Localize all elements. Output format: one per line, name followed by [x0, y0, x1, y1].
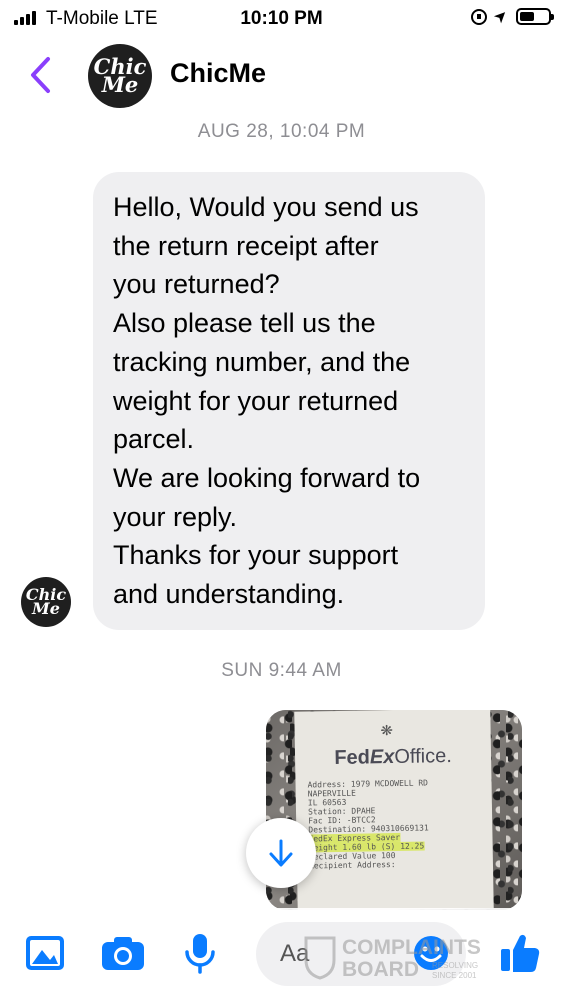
battery-level — [520, 12, 534, 21]
contact-avatar[interactable]: Chic Me — [88, 44, 152, 108]
incoming-message-bubble[interactable]: Hello, Would you send us the return recei… — [93, 172, 485, 630]
timestamp-divider: SUN 9:44 AM — [221, 660, 342, 681]
sender-avatar[interactable]: Chic Me — [21, 577, 71, 627]
fedex-office-logo: FedExOffice. — [334, 744, 452, 770]
message-line: parcel. — [113, 424, 195, 455]
scroll-to-bottom-button[interactable] — [246, 818, 316, 888]
location-icon: ➤ — [490, 5, 512, 27]
status-icons: ➤ — [470, 5, 554, 27]
arrow-down-icon — [269, 839, 293, 867]
status-bar: T-Mobile LTE 10:10 PM ➤ — [0, 0, 563, 38]
image-icon[interactable] — [24, 934, 66, 972]
message-line: you returned? — [113, 269, 280, 300]
avatar-text-me: Me — [32, 599, 60, 618]
message-input-placeholder: Aa — [280, 940, 310, 967]
receipt-text: Address: 1979 MCDOWELL RD NAPERVILLE IL … — [307, 778, 481, 871]
contact-name[interactable]: ChicMe — [170, 58, 266, 89]
emoji-icon[interactable] — [412, 934, 450, 972]
receipt-line: Recipient Address: — [308, 859, 396, 871]
microphone-icon[interactable] — [182, 932, 218, 976]
message-line: weight for your returned — [113, 385, 399, 416]
message-line: We are looking forward to — [113, 462, 421, 493]
fedex-office-mark-icon: ❋ — [380, 716, 393, 741]
message-line: the return receipt after — [113, 230, 379, 261]
message-line: tracking number, and the — [113, 346, 411, 377]
message-line: Also please tell us the — [113, 308, 376, 339]
conversation-header: Chic Me ChicMe — [0, 38, 563, 112]
receipt-photo-attachment[interactable]: ❋ FedExOffice. Address: 1979 MCDOWELL RD… — [266, 710, 522, 910]
battery-icon — [516, 8, 554, 25]
message-line: your reply. — [113, 501, 238, 532]
orientation-lock-icon — [470, 8, 487, 25]
fedex-receipt: ❋ FedExOffice. Address: 1979 MCDOWELL RD… — [294, 710, 494, 910]
back-chevron-icon[interactable] — [28, 56, 52, 94]
message-line: Hello, Would you send us — [113, 192, 419, 222]
thumbs-up-icon[interactable] — [498, 930, 542, 974]
timestamp-divider: AUG 28, 10:04 PM — [197, 121, 366, 142]
avatar-text-me: Me — [101, 72, 139, 97]
camera-icon[interactable] — [100, 934, 146, 972]
message-line: Thanks for your support — [113, 540, 399, 571]
message-line: and understanding. — [113, 579, 345, 610]
